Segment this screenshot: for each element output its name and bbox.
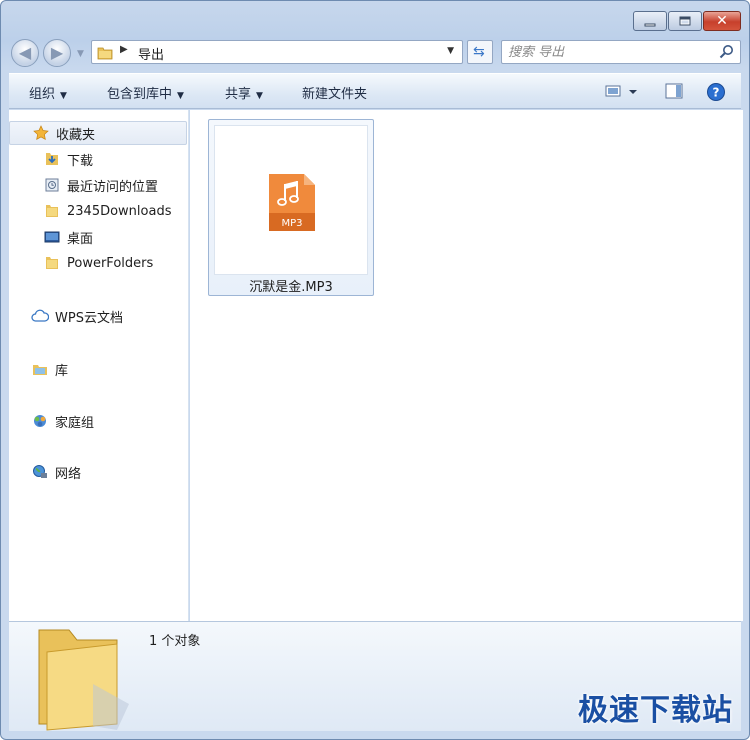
sidebar-item-powerfolders[interactable]: PowerFolders xyxy=(9,251,187,275)
search-input[interactable] xyxy=(508,43,708,61)
homegroup-icon xyxy=(31,413,49,429)
download-folder-icon xyxy=(43,151,61,167)
recent-places-icon xyxy=(43,177,61,193)
sidebar-item-2345downloads[interactable]: 2345Downloads xyxy=(9,199,187,223)
caret-down-icon: ▼ xyxy=(256,91,263,101)
svg-text:?: ? xyxy=(713,86,720,100)
minimize-icon xyxy=(644,23,656,27)
file-thumbnail: MP3 xyxy=(214,125,368,275)
sidebar-item-desktop[interactable]: 桌面 xyxy=(9,225,187,249)
include-in-library-menu[interactable]: 包含到库中 ▼ xyxy=(107,83,184,102)
file-tile[interactable]: MP3 沉默是金.MP3 xyxy=(208,119,374,296)
sidebar-item-favorites[interactable]: 收藏夹 xyxy=(9,121,187,145)
preview-pane-icon xyxy=(665,83,683,99)
explorer-window: ✕ ◀ ▶ ▼ ▶ 导出 ▼ ⇆ 组织 ▼ 包含到库中 ▼ 共享 ▼ 新建文件夹 xyxy=(0,0,750,740)
new-folder-button[interactable]: 新建文件夹 xyxy=(302,83,367,102)
arrow-right-icon: ▶ xyxy=(50,43,64,63)
sidebar-item-homegroup[interactable]: 家庭组 xyxy=(9,409,187,433)
maximize-icon xyxy=(679,16,691,26)
help-button[interactable]: ? xyxy=(706,82,726,106)
mp3-file-icon: MP3 xyxy=(269,174,315,231)
sidebar-item-label: 库 xyxy=(55,363,69,379)
history-dropdown-icon[interactable]: ▼ xyxy=(77,49,84,59)
navigation-pane: 收藏夹 下载 最近访问的位置 2345Downloads 桌面 PowerFol… xyxy=(9,110,189,621)
maximize-button[interactable] xyxy=(668,11,702,31)
share-menu[interactable]: 共享 ▼ xyxy=(225,83,263,102)
folder-icon xyxy=(43,203,61,219)
caret-down-icon: ▼ xyxy=(177,91,184,101)
file-type-badge: MP3 xyxy=(281,218,302,229)
watermark-logo: 极速下载站 xyxy=(578,693,733,728)
close-icon: ✕ xyxy=(716,13,728,29)
sidebar-item-label: 下载 xyxy=(67,153,94,169)
forward-button[interactable]: ▶ xyxy=(43,39,71,67)
command-bar: 组织 ▼ 包含到库中 ▼ 共享 ▼ 新建文件夹 ? xyxy=(9,73,741,109)
sidebar-item-label: 收藏夹 xyxy=(56,127,96,143)
library-icon xyxy=(31,361,49,377)
refresh-button[interactable]: ⇆ xyxy=(467,40,493,64)
sidebar-item-label: 家庭组 xyxy=(55,415,95,431)
sidebar-item-recent-places[interactable]: 最近访问的位置 xyxy=(9,173,187,197)
view-options-button[interactable] xyxy=(605,82,641,104)
file-list-view: MP3 沉默是金.MP3 xyxy=(190,110,743,621)
sidebar-item-label: 2345Downloads xyxy=(67,203,172,219)
network-icon xyxy=(31,464,49,480)
new-folder-label: 新建文件夹 xyxy=(302,87,368,102)
sidebar-item-wps-cloud[interactable]: WPS云文档 xyxy=(9,304,187,328)
share-label: 共享 xyxy=(225,87,252,102)
minimize-button[interactable] xyxy=(633,11,667,31)
folder-icon xyxy=(43,255,61,271)
search-box[interactable] xyxy=(501,40,741,64)
navigation-row: ◀ ▶ ▼ ▶ 导出 ▼ ⇆ xyxy=(11,37,741,67)
sidebar-item-label: PowerFolders xyxy=(67,255,154,271)
refresh-icon: ⇆ xyxy=(473,44,485,60)
arrow-left-icon: ◀ xyxy=(18,43,32,63)
sidebar-item-label: 网络 xyxy=(55,466,82,482)
preview-pane-button[interactable] xyxy=(665,82,683,104)
address-bar[interactable]: ▶ 导出 ▼ xyxy=(91,40,463,64)
folder-icon xyxy=(97,45,113,65)
sidebar-item-label: 最近访问的位置 xyxy=(67,179,159,195)
breadcrumb-current[interactable]: 导出 xyxy=(138,44,164,63)
breadcrumb-separator-icon[interactable]: ▶ xyxy=(120,44,128,55)
sidebar-item-label: WPS云文档 xyxy=(55,310,123,326)
star-icon xyxy=(32,125,50,141)
sidebar-item-label: 桌面 xyxy=(67,231,94,247)
close-button[interactable]: ✕ xyxy=(703,11,741,31)
sidebar-item-libraries[interactable]: 库 xyxy=(9,357,187,381)
help-icon: ? xyxy=(707,83,725,101)
caption-buttons: ✕ xyxy=(632,11,741,31)
desktop-icon xyxy=(43,229,61,245)
view-icon xyxy=(605,85,637,97)
organize-label: 组织 xyxy=(29,87,56,102)
organize-menu[interactable]: 组织 ▼ xyxy=(29,83,67,102)
cloud-icon xyxy=(31,308,49,324)
large-folder-icon xyxy=(33,624,133,736)
sidebar-item-network[interactable]: 网络 xyxy=(9,460,187,484)
file-name: 沉默是金.MP3 xyxy=(249,280,333,295)
address-dropdown-icon[interactable]: ▼ xyxy=(447,46,454,56)
sidebar-item-downloads[interactable]: 下载 xyxy=(9,147,187,171)
back-button[interactable]: ◀ xyxy=(11,39,39,67)
item-count: 1 个对象 xyxy=(149,634,201,649)
search-icon[interactable] xyxy=(719,44,734,63)
include-in-library-label: 包含到库中 xyxy=(107,87,173,102)
caret-down-icon: ▼ xyxy=(60,91,67,101)
